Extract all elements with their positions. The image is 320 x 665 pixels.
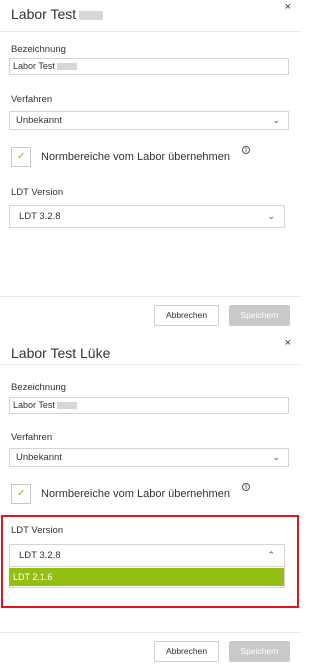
- bezeichnung-value: Labor Test: [13, 400, 55, 410]
- bezeichnung-input[interactable]: Labor Test: [9, 397, 289, 414]
- cancel-button[interactable]: Abbrechen: [154, 641, 219, 662]
- verfahren-label: Verfahren: [11, 432, 53, 443]
- header-divider: [0, 31, 301, 32]
- save-button[interactable]: Speichern: [229, 305, 290, 326]
- footer-divider: [0, 632, 301, 633]
- redacted-block: [79, 10, 104, 20]
- ldt-version-select[interactable]: LDT 3.2.8 ⌄: [9, 205, 285, 228]
- verfahren-value: Unbekannt: [16, 115, 62, 126]
- dialog-labor-test-luke: Labor Test Lüke × Bezeichnung Labor Test…: [0, 330, 301, 665]
- ldt-version-value: LDT 3.2.8: [19, 211, 61, 222]
- close-icon[interactable]: ×: [285, 337, 291, 349]
- chevron-down-icon: ⌄: [272, 452, 280, 462]
- info-icon[interactable]: i: [242, 146, 250, 154]
- bezeichnung-label: Bezeichnung: [11, 44, 66, 55]
- chevron-down-icon: ⌄: [272, 115, 280, 125]
- check-icon: ✓: [17, 151, 26, 162]
- bezeichnung-label: Bezeichnung: [11, 382, 66, 393]
- chevron-down-icon: ⌄: [267, 211, 275, 221]
- normbereiche-checkbox[interactable]: ✓: [11, 484, 31, 504]
- cancel-button[interactable]: Abbrechen: [154, 305, 219, 326]
- bezeichnung-input[interactable]: Labor Test: [9, 58, 289, 75]
- dialog-title-text: Labor Test: [11, 6, 77, 22]
- close-icon[interactable]: ×: [285, 1, 291, 13]
- ldt-version-label: LDT Version: [11, 187, 64, 198]
- verfahren-select[interactable]: Unbekannt ⌄: [9, 448, 289, 467]
- normbereiche-label: Normbereiche vom Labor übernehmen: [41, 488, 230, 500]
- bezeichnung-value: Labor Test: [13, 61, 55, 71]
- header-divider: [0, 364, 301, 365]
- dialog-title: Labor Test Lüke: [11, 345, 111, 361]
- dialog-title: Labor Test: [11, 6, 104, 22]
- normbereiche-label: Normbereiche vom Labor übernehmen: [41, 151, 230, 163]
- verfahren-select[interactable]: Unbekannt ⌄: [9, 111, 289, 130]
- normbereiche-checkbox[interactable]: ✓: [11, 147, 31, 167]
- verfahren-label: Verfahren: [11, 94, 53, 105]
- redacted-block: [56, 63, 77, 71]
- info-icon[interactable]: i: [242, 483, 250, 491]
- dialog-labor-test: Labor Test × Bezeichnung Labor Test Verf…: [0, 0, 301, 330]
- footer-divider: [0, 296, 301, 297]
- check-icon: ✓: [17, 488, 26, 499]
- verfahren-value: Unbekannt: [16, 452, 62, 463]
- highlight-box: [1, 515, 299, 608]
- redacted-block: [56, 402, 77, 410]
- save-button[interactable]: Speichern: [229, 641, 290, 662]
